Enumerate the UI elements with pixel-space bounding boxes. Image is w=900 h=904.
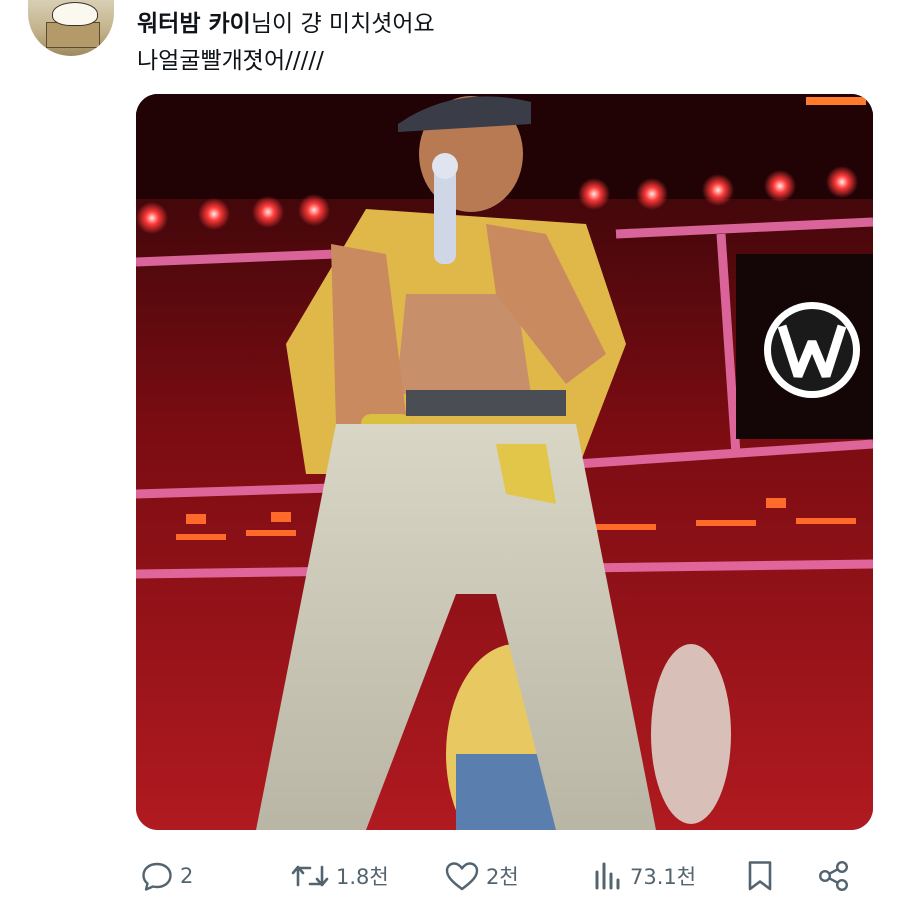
display-name[interactable]: 워터밤 카이 — [137, 11, 251, 37]
reply-button[interactable]: 2 — [140, 856, 193, 896]
like-button[interactable]: 2천 — [444, 856, 519, 896]
post-video[interactable] — [136, 94, 873, 830]
bookmark-icon — [748, 861, 772, 891]
repost-count: 1.8천 — [336, 865, 389, 889]
post-body: 나얼굴빨개졋어///// — [137, 48, 324, 74]
like-count: 2천 — [486, 865, 519, 889]
repost-button[interactable]: 1.8천 — [290, 856, 389, 896]
share-button[interactable] — [816, 856, 852, 896]
avatar-character-shape — [52, 2, 98, 26]
reply-count: 2 — [180, 864, 194, 888]
like-icon — [445, 862, 479, 891]
reply-icon — [142, 862, 172, 891]
headline-text: 님이 걍 미치셧어요 — [250, 11, 435, 37]
view-count: 73.1천 — [630, 865, 697, 889]
views-icon — [595, 862, 620, 890]
repost-icon — [291, 865, 329, 887]
video-frame — [136, 94, 873, 830]
post-headline: 워터밤 카이님이 걍 미치셧어요 — [137, 8, 435, 40]
avatar[interactable] — [28, 0, 114, 56]
views-button[interactable]: 73.1천 — [592, 856, 696, 896]
post-actions: 2 1.8천 2천 73.1천 — [0, 848, 900, 904]
share-icon — [818, 860, 849, 892]
bookmark-button[interactable] — [744, 856, 776, 896]
